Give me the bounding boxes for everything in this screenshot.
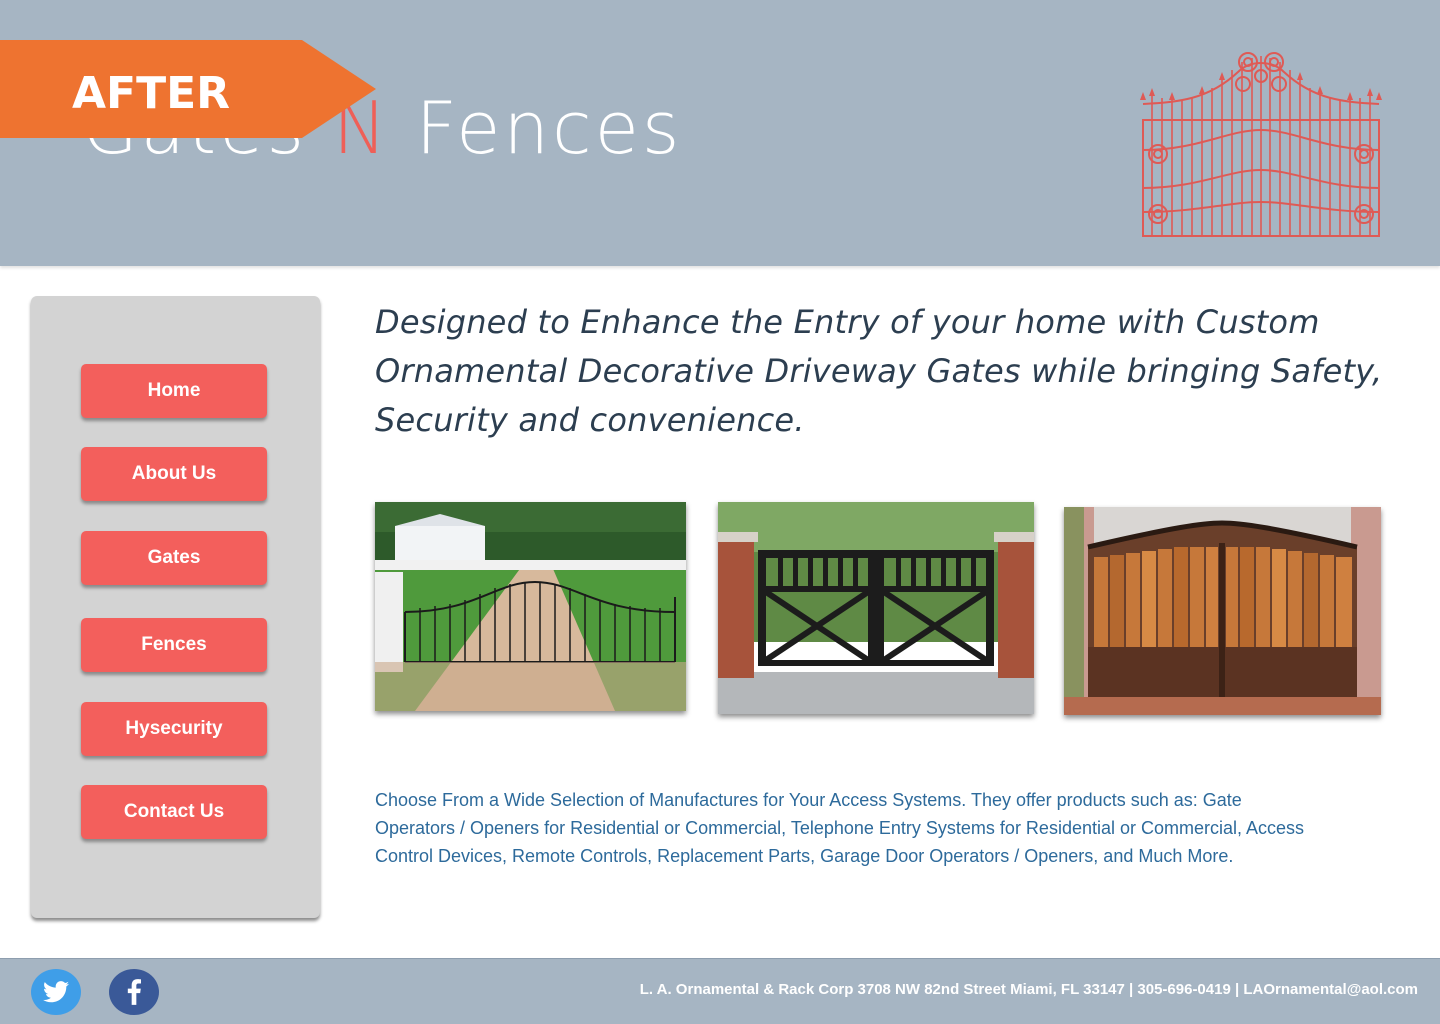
after-badge-label: AFTER xyxy=(72,68,231,119)
facebook-icon[interactable] xyxy=(109,969,159,1015)
nav-fences-button[interactable]: Fences xyxy=(81,618,267,672)
site-header: Gates N Fences AFTER xyxy=(0,0,1440,266)
site-title-fences: Fences xyxy=(415,86,683,170)
gate-logo-icon xyxy=(1138,42,1384,244)
gate-photo-wood-iron xyxy=(1064,507,1381,715)
nav-home-button[interactable]: Home xyxy=(81,364,267,418)
footer-contact-info: L. A. Ornamental & Rack Corp 3708 NW 82n… xyxy=(639,981,1418,998)
sidebar-nav: Home About Us Gates Fences Hysecurity Co… xyxy=(31,296,320,918)
nav-gates-button[interactable]: Gates xyxy=(81,531,267,585)
hero-headline: Designed to Enhance the Entry of your ho… xyxy=(375,303,1383,439)
nav-hysecurity-button[interactable]: Hysecurity xyxy=(81,702,267,756)
gate-photo-black-wood xyxy=(718,502,1034,714)
twitter-icon[interactable] xyxy=(31,969,81,1015)
nav-contact-us-button[interactable]: Contact Us xyxy=(81,785,267,839)
products-description: Choose From a Wide Selection of Manufact… xyxy=(375,790,1305,866)
gate-photo-estate xyxy=(375,502,686,711)
nav-about-us-button[interactable]: About Us xyxy=(81,447,267,501)
